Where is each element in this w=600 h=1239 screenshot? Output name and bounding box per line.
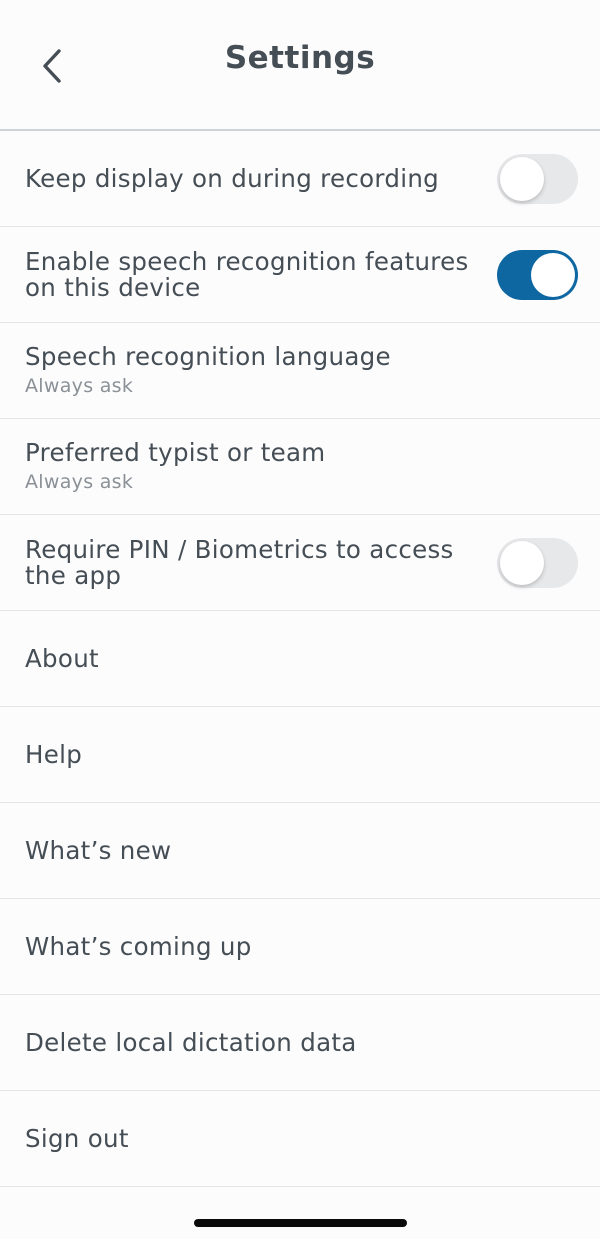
menu-item-whats-coming-up[interactable]: What’s coming up [0, 899, 600, 995]
menu-item-label: Delete local dictation data [25, 1027, 357, 1057]
menu-item-sign-out[interactable]: Sign out [0, 1091, 600, 1187]
setting-label: Preferred typist or team [25, 438, 326, 467]
setting-require-pin[interactable]: Require PIN / Biometrics to access the a… [0, 515, 600, 611]
menu-item-label: About [25, 643, 99, 673]
setting-label: Enable speech recognition features on th… [25, 246, 469, 302]
menu-item-label: What’s coming up [25, 931, 252, 961]
nav-header: Settings [0, 0, 600, 131]
setting-speech-recognition[interactable]: Enable speech recognition features on th… [0, 227, 600, 323]
menu-item-whats-new[interactable]: What’s new [0, 803, 600, 899]
page-title: Settings [224, 40, 376, 76]
setting-preferred-typist[interactable]: Preferred typist or team Always ask [0, 419, 600, 515]
menu-item-about[interactable]: About [0, 611, 600, 707]
setting-label: Speech recognition language [25, 342, 391, 371]
toggle-knob [531, 252, 575, 297]
setting-value: Always ask [25, 375, 134, 397]
toggle-knob [500, 540, 544, 585]
menu-item-label: Sign out [25, 1123, 129, 1153]
menu-item-help[interactable]: Help [0, 707, 600, 803]
menu-item-label: Help [25, 739, 83, 769]
keep-display-toggle[interactable] [497, 153, 578, 204]
menu-item-delete-local-data[interactable]: Delete local dictation data [0, 995, 600, 1091]
settings-screen: Settings Keep display on during recordin… [0, 0, 600, 1239]
setting-label: Require PIN / Biometrics to access the a… [25, 534, 454, 590]
require-pin-toggle[interactable] [497, 537, 578, 588]
menu-item-label: What’s new [25, 835, 172, 865]
setting-label: Keep display on during recording [25, 163, 439, 193]
setting-speech-language[interactable]: Speech recognition language Always ask [0, 323, 600, 419]
toggle-knob [500, 156, 544, 201]
setting-value: Always ask [25, 471, 134, 493]
setting-keep-display[interactable]: Keep display on during recording [0, 131, 600, 227]
speech-recognition-toggle[interactable] [497, 249, 578, 300]
settings-list: Keep display on during recording Enable … [0, 131, 600, 1187]
home-indicator[interactable] [194, 1219, 407, 1227]
